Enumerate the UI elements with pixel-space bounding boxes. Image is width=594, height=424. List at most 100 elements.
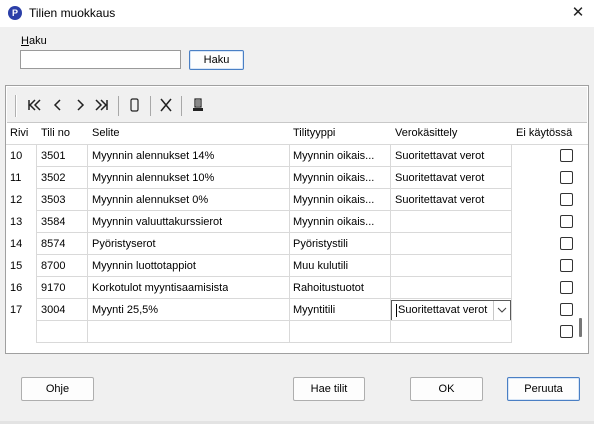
cell-selite[interactable]: Korkotulot myyntisaamisista xyxy=(92,277,228,299)
cell-verokasittely[interactable]: Suoritettavat verot xyxy=(395,167,507,189)
search-button[interactable]: Haku xyxy=(189,50,244,70)
cell-tilityyppi[interactable]: Myyntitili xyxy=(293,299,387,321)
cell-tili-no[interactable]: 3501 xyxy=(41,145,65,167)
cell-selite[interactable]: Myynnin luottotappiot xyxy=(92,255,196,277)
post-record-button[interactable] xyxy=(187,95,209,117)
grid-header: Rivi Tili no Selite Tilityyppi Verokäsit… xyxy=(6,123,588,145)
not-in-use-checkbox[interactable] xyxy=(560,303,573,316)
cell-verokasittely[interactable]: Suoritettavat verot xyxy=(395,189,507,211)
last-record-icon xyxy=(95,99,108,111)
table-row[interactable] xyxy=(6,321,588,343)
help-button[interactable]: Ohje xyxy=(21,377,94,401)
cell-tili-no[interactable]: 3503 xyxy=(41,189,65,211)
not-in-use-checkbox[interactable] xyxy=(560,171,573,184)
cell-tili-no[interactable]: 8700 xyxy=(41,255,65,277)
cell-tilityyppi[interactable]: Muu kulutili xyxy=(293,255,387,277)
cell-tilityyppi[interactable]: Myynnin oikais... xyxy=(293,145,387,167)
toolbar-separator xyxy=(181,96,182,116)
grid-divider xyxy=(36,145,37,343)
table-row[interactable]: 16 9170 Korkotulot myyntisaamisista Rahoitu… xyxy=(6,277,588,299)
cell-selite[interactable]: Myynnin alennukset 0% xyxy=(92,189,208,211)
cell-tili-no[interactable]: 9170 xyxy=(41,277,65,299)
not-in-use-checkbox[interactable] xyxy=(560,237,573,250)
column-header-ei-kaytossa[interactable]: Ei käytössä xyxy=(516,127,572,139)
text-caret xyxy=(396,304,397,317)
table-row[interactable]: 13 3584 Myynnin valuuttakurssierot Myynnin … xyxy=(6,211,588,233)
cell-selite[interactable]: Myynnin valuuttakurssierot xyxy=(92,211,222,233)
cell-tilityyppi[interactable] xyxy=(293,321,387,343)
ok-button[interactable]: OK xyxy=(410,377,483,401)
table-row[interactable]: 12 3503 Myynnin alennukset 0% Myynnin oikai… xyxy=(6,189,588,211)
cell-tili-no[interactable]: 8574 xyxy=(41,233,65,255)
search-input[interactable] xyxy=(20,50,181,69)
column-header-selite[interactable]: Selite xyxy=(92,127,120,139)
cell-verokasittely[interactable] xyxy=(395,233,507,255)
not-in-use-checkbox[interactable] xyxy=(560,149,573,162)
last-record-button[interactable] xyxy=(91,95,113,117)
previous-record-button[interactable] xyxy=(47,95,69,117)
cell-rivi: 15 xyxy=(10,260,23,272)
cell-tili-no[interactable]: 3004 xyxy=(41,299,65,321)
column-header-tilityyppi[interactable]: Tilityyppi xyxy=(293,127,335,139)
table-row[interactable]: 11 3502 Myynnin alennukset 10% Myynnin oika… xyxy=(6,167,588,189)
table-row[interactable]: 14 8574 Pyöristyserot Pyöristystili xyxy=(6,233,588,255)
column-header-verokasittely[interactable]: Verokäsittely xyxy=(395,127,457,139)
grid-divider xyxy=(289,145,290,343)
vertical-scrollbar-thumb[interactable] xyxy=(579,318,582,337)
delete-record-icon xyxy=(160,98,172,112)
cell-tili-no[interactable]: 3502 xyxy=(41,167,65,189)
cell-tilityyppi[interactable]: Pyöristystili xyxy=(293,233,387,255)
not-in-use-checkbox[interactable] xyxy=(560,193,573,206)
cell-rivi: 10 xyxy=(10,150,23,162)
new-record-button[interactable] xyxy=(123,95,145,117)
table-row[interactable]: 15 8700 Myynnin luottotappiot Muu kulutili xyxy=(6,255,588,277)
cell-rivi: 11 xyxy=(10,172,22,184)
cell-tilityyppi[interactable]: Myynnin oikais... xyxy=(293,189,387,211)
toolbar-separator xyxy=(118,96,119,116)
column-header-tili-no[interactable]: Tili no xyxy=(41,127,70,139)
cell-rivi: 13 xyxy=(10,216,23,228)
cell-selite[interactable]: Myynnin alennukset 10% xyxy=(92,167,214,189)
grid-divider xyxy=(390,145,391,343)
cell-tili-no[interactable]: 3584 xyxy=(41,211,65,233)
account-edit-dialog: P Tilien muokkaus ✕ Haku Haku Rivi Tili … xyxy=(0,0,594,424)
cell-verokasittely[interactable] xyxy=(395,277,507,299)
table-row[interactable]: 17 3004 Myynti 25,5% Myyntitili Suoritettava… xyxy=(6,299,588,321)
tax-treatment-select[interactable]: Suoritettavat verot xyxy=(391,300,511,321)
new-record-icon xyxy=(130,98,139,112)
cell-verokasittely[interactable]: Suoritettavat verot xyxy=(395,145,507,167)
next-record-icon xyxy=(77,99,85,111)
cell-tilityyppi[interactable]: Rahoitustuotot xyxy=(293,277,387,299)
delete-record-button[interactable] xyxy=(155,95,177,117)
cell-verokasittely[interactable] xyxy=(395,255,507,277)
grid-divider xyxy=(511,145,512,343)
cell-tilityyppi[interactable]: Myynnin oikais... xyxy=(293,211,387,233)
app-logo-icon: P xyxy=(8,6,22,20)
not-in-use-checkbox[interactable] xyxy=(560,325,573,338)
close-button[interactable]: ✕ xyxy=(565,2,591,24)
cell-selite[interactable]: Myynnin alennukset 14% xyxy=(92,145,214,167)
not-in-use-checkbox[interactable] xyxy=(560,281,573,294)
cell-selite[interactable]: Myynti 25,5% xyxy=(92,299,158,321)
cell-selite[interactable]: Pyöristyserot xyxy=(92,233,156,255)
window-title: Tilien muokkaus xyxy=(29,6,116,20)
cell-tilityyppi[interactable]: Myynnin oikais... xyxy=(293,167,387,189)
cell-rivi: 12 xyxy=(10,194,23,206)
column-header-rivi[interactable]: Rivi xyxy=(10,127,28,139)
dropdown-button[interactable] xyxy=(493,301,510,320)
cell-verokasittely[interactable] xyxy=(395,211,507,233)
cancel-button[interactable]: Peruuta xyxy=(507,377,580,401)
cell-verokasittely[interactable] xyxy=(395,321,507,343)
title-bar: P Tilien muokkaus ✕ xyxy=(0,0,594,27)
not-in-use-checkbox[interactable] xyxy=(560,215,573,228)
not-in-use-checkbox[interactable] xyxy=(560,259,573,272)
close-icon: ✕ xyxy=(571,4,585,21)
next-record-button[interactable] xyxy=(69,95,91,117)
toolbar-grip[interactable] xyxy=(15,95,17,117)
cell-rivi: 16 xyxy=(10,282,23,294)
fetch-accounts-button[interactable]: Hae tilit xyxy=(293,377,365,401)
first-record-button[interactable] xyxy=(23,95,45,117)
previous-record-icon xyxy=(53,99,61,111)
toolbar-separator xyxy=(150,96,151,116)
table-row[interactable]: 10 3501 Myynnin alennukset 14% Myynnin oika… xyxy=(6,145,588,167)
